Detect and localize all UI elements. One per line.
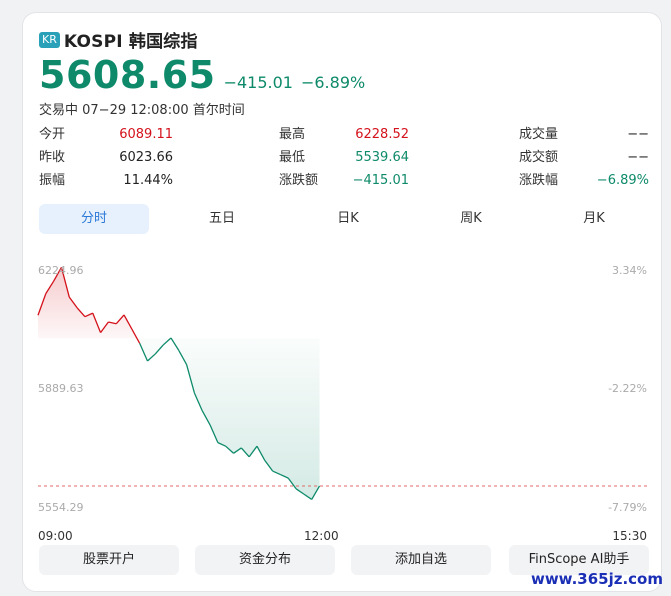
x-axis-label-start: 09:00 <box>38 529 73 543</box>
tab-five-day[interactable]: 五日 <box>167 204 277 234</box>
y-axis-pct-top: 3.34% <box>612 264 647 277</box>
stat-prev-close: 昨收 6023.66 <box>39 148 173 168</box>
stat-change-percent: 涨跌幅 −6.89% <box>519 171 649 191</box>
stat-high: 最高 6228.52 <box>279 125 409 145</box>
intraday-chart[interactable]: 6224.96 5889.63 5554.29 3.34% -2.22% -7.… <box>23 245 663 545</box>
stat-value: −415.01 <box>352 173 409 188</box>
y-axis-label-top: 6224.96 <box>38 264 84 277</box>
stat-value: 6089.11 <box>119 127 173 142</box>
y-axis-label-bottom: 5554.29 <box>38 501 84 514</box>
open-account-button[interactable]: 股票开户 <box>39 545 179 575</box>
stat-low: 最低 5539.64 <box>279 148 409 168</box>
stat-amplitude: 振幅 11.44% <box>39 171 173 191</box>
chart-area-up <box>38 267 140 344</box>
stat-volume: 成交量 −− <box>519 125 649 145</box>
market-badge: KR <box>39 31 60 48</box>
stat-value: −− <box>627 127 649 142</box>
stat-label: 昨收 <box>39 150 66 165</box>
stat-value: −6.89% <box>596 173 649 188</box>
price-change-percent: −6.89% <box>300 73 366 92</box>
x-axis-label-end: 15:30 <box>612 529 647 543</box>
price-change: −415.01 <box>223 73 293 92</box>
stat-change-amount: 涨跌额 −415.01 <box>279 171 409 191</box>
chart-area-down <box>139 337 320 500</box>
stat-value: 6228.52 <box>355 127 409 142</box>
stat-turnover: 成交额 −− <box>519 148 649 168</box>
stat-label: 今开 <box>39 127 66 142</box>
tab-daily-k[interactable]: 日K <box>293 204 403 234</box>
stat-label: 涨跌幅 <box>519 173 559 188</box>
add-watchlist-button[interactable]: 添加自选 <box>351 545 491 575</box>
stat-value: 6023.66 <box>119 150 173 165</box>
y-axis-pct-mid: -2.22% <box>608 382 647 395</box>
chart-period-tabs: 分时 五日 日K 周K 月K <box>39 204 649 234</box>
index-card: KR KOSPI 韩国综指 5608.65 −415.01 −6.89% 交易中… <box>22 12 662 592</box>
stat-label: 振幅 <box>39 173 66 188</box>
stat-value: 11.44% <box>123 173 173 188</box>
fund-flow-button[interactable]: 资金分布 <box>195 545 335 575</box>
price-row: 5608.65 −415.01 −6.89% <box>39 53 365 97</box>
watermark: www.365jz.com <box>530 570 663 588</box>
stat-open: 今开 6089.11 <box>39 125 173 145</box>
stat-label: 涨跌额 <box>279 173 319 188</box>
trading-status: 交易中 07−29 12:08:00 首尔时间 <box>39 103 245 118</box>
tab-weekly-k[interactable]: 周K <box>416 204 526 234</box>
y-axis-pct-bottom: -7.79% <box>608 501 647 514</box>
stat-label: 成交额 <box>519 150 559 165</box>
title-row: KR KOSPI 韩国综指 <box>39 27 198 52</box>
y-axis-label-mid: 5889.63 <box>38 382 84 395</box>
stat-label: 最高 <box>279 127 306 142</box>
current-price: 5608.65 <box>39 53 216 97</box>
chart-canvas <box>37 267 648 500</box>
tab-monthly-k[interactable]: 月K <box>539 204 649 234</box>
stat-label: 最低 <box>279 150 306 165</box>
stat-value: −− <box>627 150 649 165</box>
x-axis-label-midday: 12:00 <box>304 529 339 543</box>
tab-intraday[interactable]: 分时 <box>39 204 149 234</box>
stat-label: 成交量 <box>519 127 559 142</box>
index-name: KOSPI 韩国综指 <box>63 32 198 52</box>
stat-value: 5539.64 <box>355 150 409 165</box>
